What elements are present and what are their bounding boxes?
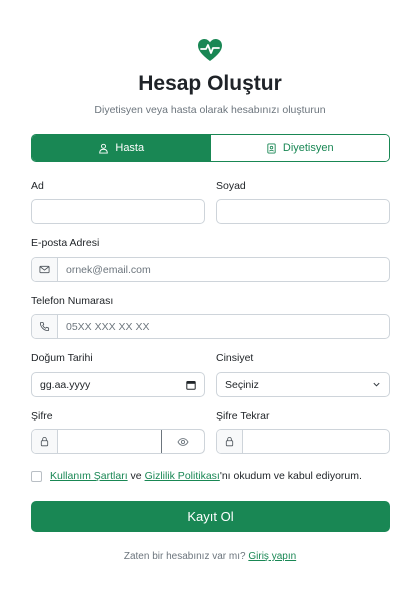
gender-selected-value: Seçiniz — [225, 378, 259, 391]
role-patient-label: Hasta — [115, 142, 145, 154]
terms-text: Kullanım Şartları ve Gizlilik Politikası… — [50, 470, 362, 482]
lock-icon — [217, 430, 243, 453]
role-dietitian-label: Diyetisyen — [282, 142, 334, 154]
terms-of-use-link[interactable]: Kullanım Şartları — [50, 470, 128, 482]
password-label: Şifre — [31, 410, 53, 422]
heart-pulse-icon — [198, 39, 222, 61]
role-toggle: Hasta Diyetisyen — [31, 134, 390, 162]
first-name-input[interactable] — [31, 199, 205, 224]
terms-and-text: ve — [127, 470, 145, 482]
terms-checkbox[interactable] — [31, 470, 42, 482]
password-field[interactable] — [31, 429, 205, 454]
password-confirm-input[interactable] — [243, 430, 389, 453]
calendar-icon[interactable] — [186, 380, 196, 390]
page-title: Hesap Oluştur — [138, 72, 282, 95]
id-badge-icon — [267, 142, 276, 154]
birth-date-placeholder: gg.aa.yyyy — [40, 378, 91, 391]
eye-icon — [177, 437, 189, 446]
privacy-policy-link[interactable]: Gizlilik Politikası — [145, 470, 220, 482]
email-label: E-posta Adresi — [31, 237, 100, 249]
lock-icon — [32, 430, 58, 453]
phone-input[interactable]: 05XX XXX XX XX — [58, 315, 389, 338]
password-input[interactable] — [58, 430, 161, 453]
first-name-label: Ad — [31, 180, 44, 192]
email-input[interactable]: ornek@email.com — [58, 258, 389, 281]
last-name-input[interactable] — [216, 199, 390, 224]
chevron-down-icon — [373, 382, 380, 387]
terms-suffix-text: 'nı okudum ve kabul ediyorum. — [219, 470, 362, 482]
gender-select[interactable]: Seçiniz — [216, 372, 390, 397]
email-field[interactable]: ornek@email.com — [31, 257, 390, 282]
birth-date-input[interactable]: gg.aa.yyyy — [31, 372, 205, 397]
login-link[interactable]: Giriş yapın — [248, 551, 296, 562]
login-prompt: Zaten bir hesabınız var mı? Giriş yapın — [0, 551, 420, 562]
gender-label: Cinsiyet — [216, 352, 254, 364]
terms-row: Kullanım Şartları ve Gizlilik Politikası… — [31, 470, 401, 482]
phone-icon — [32, 315, 58, 338]
password-confirm-field[interactable] — [216, 429, 390, 454]
register-button[interactable]: Kayıt Ol — [31, 501, 390, 532]
user-icon — [99, 143, 109, 154]
page-subtitle: Diyetisyen veya hasta olarak hesabınızı … — [94, 104, 326, 116]
password-visibility-toggle[interactable] — [161, 430, 204, 453]
role-dietitian-button[interactable]: Diyetisyen — [210, 135, 389, 161]
role-patient-button[interactable]: Hasta — [32, 135, 211, 161]
birth-date-label: Doğum Tarihi — [31, 352, 93, 364]
phone-field[interactable]: 05XX XXX XX XX — [31, 314, 390, 339]
login-prompt-text: Zaten bir hesabınız var mı? — [123, 551, 246, 562]
envelope-icon — [32, 258, 58, 281]
phone-label: Telefon Numarası — [31, 295, 114, 307]
password-confirm-label: Şifre Tekrar — [216, 410, 270, 422]
last-name-label: Soyad — [216, 180, 246, 192]
